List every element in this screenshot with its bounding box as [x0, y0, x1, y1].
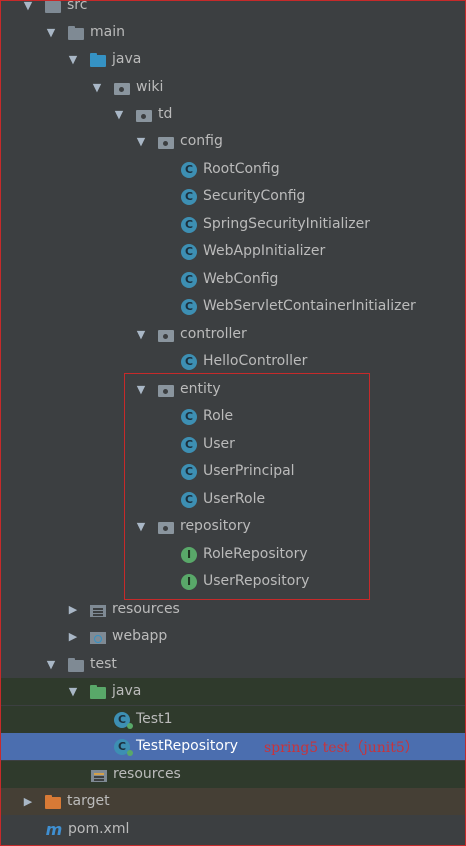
tree-node-main[interactable]: ▼ main [0, 19, 466, 46]
tree-node-class[interactable]: C SpringSecurityInitializer [0, 211, 466, 238]
class-icon: C [181, 408, 197, 425]
chevron-right-icon[interactable]: ▶ [22, 795, 34, 808]
tree-node-class[interactable]: C WebConfig [0, 266, 466, 293]
tree-node-pom[interactable]: m pom.xml [0, 816, 466, 843]
chevron-down-icon[interactable]: ▼ [113, 108, 125, 121]
class-icon: C [181, 216, 197, 233]
tree-node-target[interactable]: ▶ target [0, 788, 466, 815]
resources-folder-icon [89, 601, 107, 619]
chevron-down-icon[interactable]: ▼ [135, 328, 147, 341]
tree-node-repository[interactable]: ▼ repository [0, 513, 466, 540]
tree-node-class[interactable]: C WebAppInitializer [0, 238, 466, 265]
tree-node-class[interactable]: C SecurityConfig [0, 183, 466, 210]
tree-node-class[interactable]: C Role [0, 403, 466, 430]
test-class-icon: C [114, 711, 130, 728]
tree-node-class[interactable]: C WebServletContainerInitializer [0, 293, 466, 320]
chevron-down-icon[interactable]: ▼ [67, 685, 79, 698]
class-icon: C [181, 243, 197, 260]
class-icon: C [181, 271, 197, 288]
tree-node-test-class[interactable]: C Test1 [0, 706, 466, 733]
tree-node-class[interactable]: C RootConfig [0, 156, 466, 183]
tree-node-td[interactable]: ▼ td [0, 101, 466, 128]
tree-node-interface[interactable]: I RoleRepository [0, 541, 466, 568]
chevron-right-icon[interactable]: ▶ [67, 603, 79, 616]
source-folder-icon [89, 51, 107, 69]
annotation-text: spring5 test（junit5） [264, 739, 419, 756]
class-icon: C [181, 463, 197, 480]
package-icon [135, 106, 153, 124]
excluded-folder-icon [44, 793, 62, 811]
class-icon: C [181, 353, 197, 370]
class-icon: C [181, 298, 197, 315]
class-icon: C [181, 436, 197, 453]
tree-node-config[interactable]: ▼ config [0, 128, 466, 155]
package-icon [157, 381, 175, 399]
tree-node-test-resources[interactable]: resources [0, 761, 466, 788]
package-icon [157, 326, 175, 344]
tree-node-wiki[interactable]: ▼ wiki [0, 74, 466, 101]
tree-node-src[interactable]: ▼ src [0, 0, 466, 19]
folder-icon [67, 24, 85, 42]
tree-node-class[interactable]: C HelloController [0, 348, 466, 375]
chevron-down-icon[interactable]: ▼ [135, 135, 147, 148]
chevron-down-icon[interactable]: ▼ [45, 658, 57, 671]
tree-node-controller[interactable]: ▼ controller [0, 321, 466, 348]
tree-node-entity[interactable]: ▼ entity [0, 376, 466, 403]
tree-node-main-resources[interactable]: ▶ resources [0, 596, 466, 623]
test-class-icon: C [114, 738, 130, 755]
chevron-down-icon[interactable]: ▼ [135, 383, 147, 396]
test-folder-icon [89, 683, 107, 701]
interface-icon: I [181, 546, 197, 563]
class-icon: C [181, 161, 197, 178]
chevron-right-icon[interactable]: ▶ [67, 630, 79, 643]
class-icon: C [181, 491, 197, 508]
chevron-down-icon[interactable]: ▼ [135, 520, 147, 533]
chevron-down-icon[interactable]: ▼ [22, 0, 34, 12]
tree-node-main-java[interactable]: ▼ java [0, 46, 466, 73]
tree-node-class[interactable]: C UserPrincipal [0, 458, 466, 485]
package-icon [157, 133, 175, 151]
interface-icon: I [181, 573, 197, 590]
tree-node-test-repository[interactable]: C TestRepository spring5 test（junit5） [0, 733, 466, 760]
package-icon [113, 79, 131, 97]
class-icon: C [181, 188, 197, 205]
folder-icon [44, 0, 62, 15]
folder-icon [67, 656, 85, 674]
tree-node-webapp[interactable]: ▶ webapp [0, 623, 466, 650]
maven-icon: m [45, 820, 63, 839]
test-resources-folder-icon [90, 766, 108, 784]
chevron-down-icon[interactable]: ▼ [91, 81, 103, 94]
tree-node-test-java[interactable]: ▼ java [0, 678, 466, 705]
tree-node-class[interactable]: C UserRole [0, 486, 466, 513]
package-icon [157, 518, 175, 536]
tree-node-test[interactable]: ▼ test [0, 651, 466, 678]
tree-node-interface[interactable]: I UserRepository [0, 568, 466, 595]
chevron-down-icon[interactable]: ▼ [67, 53, 79, 66]
chevron-down-icon[interactable]: ▼ [45, 26, 57, 39]
tree-node-class[interactable]: C User [0, 431, 466, 458]
web-folder-icon [89, 628, 107, 646]
